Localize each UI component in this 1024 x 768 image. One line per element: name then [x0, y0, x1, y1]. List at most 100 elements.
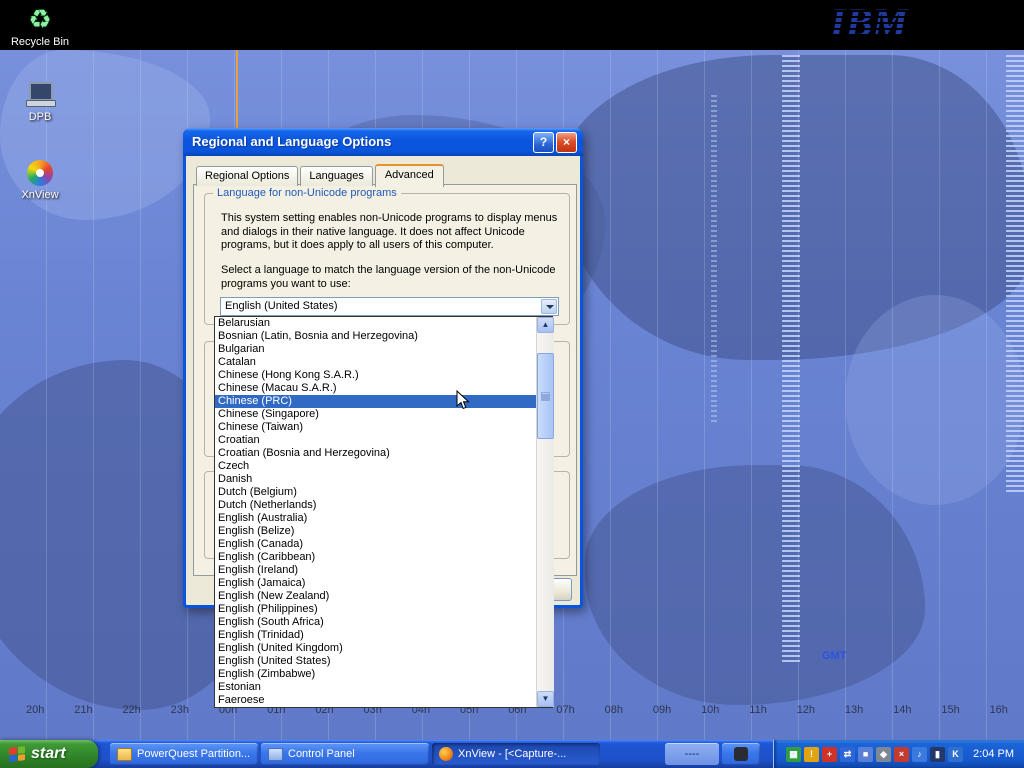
start-button-label: start: [31, 745, 66, 763]
taskbar-button-powerquest[interactable]: PowerQuest Partition...: [110, 743, 258, 765]
tray-icon-glyph: ◆: [880, 750, 887, 759]
language-option[interactable]: English (Zimbabwe): [215, 668, 536, 681]
hour-label: 16h: [990, 704, 1008, 716]
language-option[interactable]: Chinese (Hong Kong S.A.R.): [215, 369, 536, 382]
xnview-desktop-icon[interactable]: XnView: [8, 160, 72, 201]
language-option[interactable]: Bosnian (Latin, Bosnia and Herzegovina): [215, 330, 536, 343]
xnview-icon: [27, 160, 53, 186]
tray-icon-glyph: ⇄: [844, 750, 852, 759]
volume-tray-icon[interactable]: ♪: [912, 747, 927, 762]
taskbar-button-xnview[interactable]: XnView - [<Capture-...: [432, 743, 600, 765]
dialog-tab[interactable]: Regional Options: [196, 166, 298, 186]
sync-arrows-tray-icon[interactable]: ⇄: [840, 747, 855, 762]
dialog-tab[interactable]: Advanced: [375, 164, 444, 187]
language-option[interactable]: Croatian: [215, 434, 536, 447]
tray-icon-glyph: !: [810, 750, 813, 759]
ibm-logo: IBM: [826, 0, 936, 48]
network-tray-icon[interactable]: ■: [858, 747, 873, 762]
language-combobox[interactable]: English (United States): [220, 297, 559, 316]
laptop-base: [26, 100, 56, 107]
language-option[interactable]: English (United States): [215, 655, 536, 668]
language-option[interactable]: English (Canada): [215, 538, 536, 551]
language-option[interactable]: Bulgarian: [215, 343, 536, 356]
language-option[interactable]: Croatian (Bosnia and Herzegovina): [215, 447, 536, 460]
hour-label: 13h: [845, 704, 863, 716]
taskbar-button-label: PowerQuest Partition...: [137, 748, 250, 760]
combobox-dropdown-button[interactable]: [541, 299, 557, 314]
language-option[interactable]: Faeroese: [215, 694, 536, 707]
dpb-desktop-icon[interactable]: DPB: [8, 80, 72, 123]
antivirus-tray-icon[interactable]: +: [822, 747, 837, 762]
dialog-title: Regional and Language Options: [192, 128, 391, 156]
language-option[interactable]: Chinese (Singapore): [215, 408, 536, 421]
tray-icon-glyph: ▦: [789, 750, 798, 759]
description-text: Select a language to match the language …: [221, 264, 561, 291]
desktop-icon-label: DPB: [29, 111, 52, 123]
language-option[interactable]: Chinese (PRC): [215, 395, 536, 408]
windows-flag-icon: [9, 746, 25, 762]
hour-label: 22h: [122, 704, 140, 716]
battery-tray-icon[interactable]: ▮: [930, 747, 945, 762]
taskbar-button-control-panel[interactable]: Control Panel: [261, 743, 429, 765]
map-landmass: [560, 55, 1024, 360]
tray-icon-glyph: K: [952, 750, 959, 759]
language-option[interactable]: English (Trinidad): [215, 629, 536, 642]
language-option[interactable]: Dutch (Netherlands): [215, 499, 536, 512]
language-list[interactable]: BelarusianBosnian (Latin, Bosnia and Her…: [214, 316, 553, 708]
gmt-label: GMT: [822, 650, 846, 662]
dialog-tab[interactable]: Languages: [300, 166, 372, 186]
description-text: This system setting enables non-Unicode …: [221, 212, 561, 253]
taskbar-button-icon: [734, 747, 748, 761]
language-option[interactable]: English (South Africa): [215, 616, 536, 629]
language-option[interactable]: English (Belize): [215, 525, 536, 538]
language-option[interactable]: Dutch (Belgium): [215, 486, 536, 499]
dropdown-scrollbar[interactable]: ▲ ▼: [536, 317, 554, 707]
language-option[interactable]: Chinese (Macau S.A.R.): [215, 382, 536, 395]
dialog-titlebar[interactable]: Regional and Language Options ? ×: [183, 128, 583, 156]
hour-label: 09h: [653, 704, 671, 716]
display-settings-tray-icon[interactable]: ▦: [786, 747, 801, 762]
timezone-hatch-band: [711, 95, 717, 425]
taskbar-button-icon: [268, 748, 283, 761]
scheduler-tray-icon[interactable]: ◆: [876, 747, 891, 762]
desktop-icon-label: XnView: [21, 189, 58, 201]
laptop-screen: [29, 82, 53, 101]
groupbox-title: Language for non-Unicode programs: [213, 187, 401, 199]
language-option[interactable]: English (Ireland): [215, 564, 536, 577]
language-option[interactable]: Catalan: [215, 356, 536, 369]
scroll-down-button[interactable]: ▼: [537, 691, 554, 707]
tray-icon-glyph: ■: [863, 750, 868, 759]
hour-label: 08h: [605, 704, 623, 716]
scroll-up-button[interactable]: ▲: [537, 317, 554, 333]
language-option[interactable]: Chinese (Taiwan): [215, 421, 536, 434]
taskbar-icon-button[interactable]: [722, 743, 760, 765]
recycle-bin-desktop-icon[interactable]: ♻ Recycle Bin: [8, 5, 72, 48]
recycle-icon: ♻: [28, 5, 51, 33]
mute-tray-icon[interactable]: ×: [894, 747, 909, 762]
language-option[interactable]: English (Australia): [215, 512, 536, 525]
language-option[interactable]: Estonian: [215, 681, 536, 694]
tray-icon-glyph: ×: [899, 750, 904, 759]
timezone-marker-line: [236, 50, 238, 128]
taskbar-clock[interactable]: 2:04 PM: [973, 748, 1014, 760]
language-option[interactable]: Danish: [215, 473, 536, 486]
security-alert-tray-icon[interactable]: !: [804, 747, 819, 762]
tray-icon-glyph: ♪: [917, 750, 922, 759]
taskbar-deskband[interactable]: ----: [665, 743, 719, 765]
language-option[interactable]: English (United Kingdom): [215, 642, 536, 655]
laptop-icon: [26, 80, 54, 108]
language-option[interactable]: English (Philippines): [215, 603, 536, 616]
map-landmass: [845, 295, 1024, 505]
help-button[interactable]: ?: [533, 132, 554, 153]
close-button[interactable]: ×: [556, 132, 577, 153]
language-option[interactable]: Czech: [215, 460, 536, 473]
start-button[interactable]: start: [0, 740, 98, 768]
hour-label: 15h: [941, 704, 959, 716]
language-option[interactable]: Belarusian: [215, 317, 536, 330]
language-option[interactable]: English (New Zealand): [215, 590, 536, 603]
language-option[interactable]: English (Jamaica): [215, 577, 536, 590]
language-option[interactable]: English (Caribbean): [215, 551, 536, 564]
scrollbar-thumb[interactable]: [537, 353, 554, 439]
keyboard-layout-tray-icon[interactable]: K: [948, 747, 963, 762]
combobox-value: English (United States): [225, 300, 338, 313]
